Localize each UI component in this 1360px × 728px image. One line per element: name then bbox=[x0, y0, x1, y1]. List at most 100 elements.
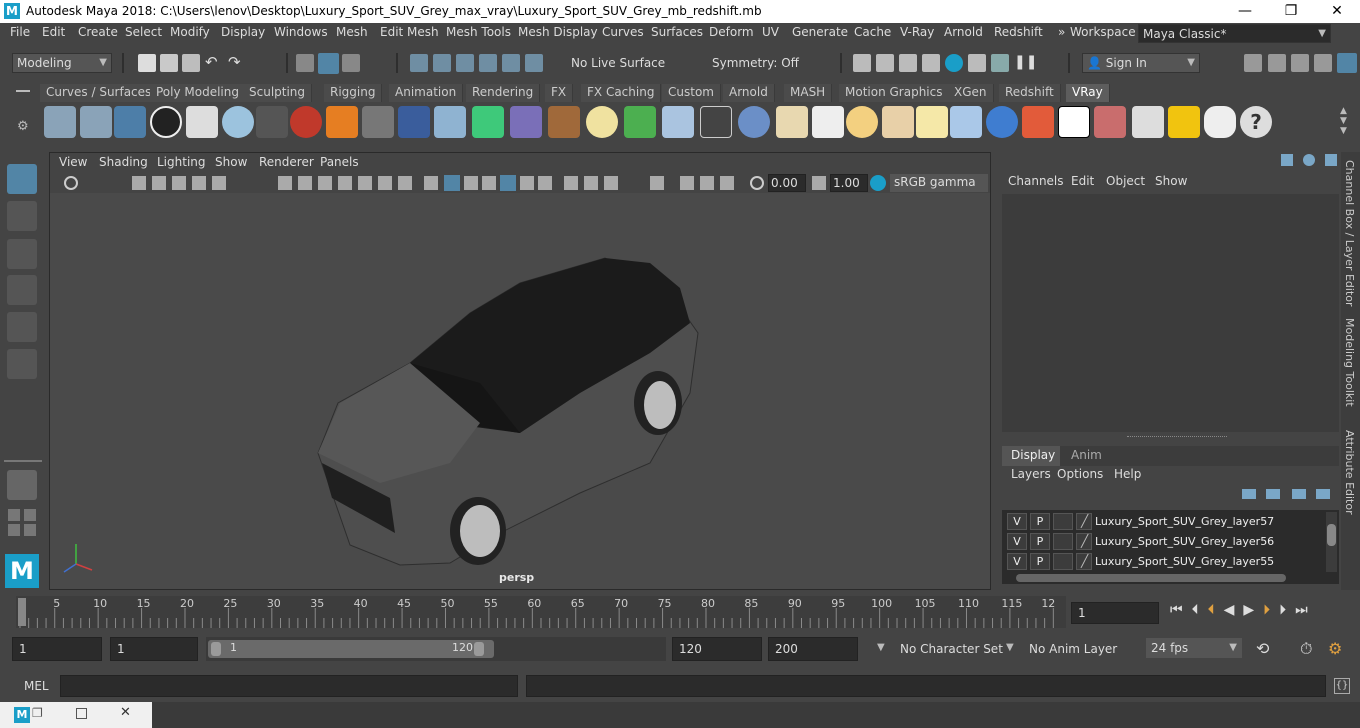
go-to-end-icon[interactable]: ⏭ bbox=[1295, 602, 1317, 618]
layers-menu[interactable]: Layers bbox=[1011, 467, 1051, 481]
panel-menu-view[interactable]: View bbox=[59, 155, 87, 169]
close-icon[interactable]: ✕ bbox=[120, 705, 131, 720]
vray-proxy-icon[interactable] bbox=[44, 106, 76, 138]
vray-sun-icon[interactable] bbox=[846, 106, 878, 138]
film-gate-icon[interactable] bbox=[298, 176, 312, 190]
vray-camera-icon[interactable] bbox=[256, 106, 288, 138]
playback-end-field[interactable]: 120 bbox=[672, 637, 762, 661]
vray-sphere-light-icon[interactable] bbox=[398, 106, 430, 138]
mel-label[interactable]: MEL bbox=[24, 679, 49, 693]
play-forwards-icon[interactable]: ▶ bbox=[1243, 602, 1263, 618]
select-tool-icon[interactable] bbox=[7, 164, 37, 194]
splitter-handle[interactable] bbox=[1127, 436, 1227, 438]
layer-type-toggle[interactable] bbox=[1053, 533, 1073, 550]
character-set-field[interactable]: No Character Set bbox=[900, 642, 1003, 656]
menu-surfaces[interactable]: Surfaces bbox=[651, 25, 703, 39]
render-icon[interactable] bbox=[853, 54, 871, 72]
vray-light-dome-icon[interactable] bbox=[776, 106, 808, 138]
safe-title-icon[interactable] bbox=[398, 176, 412, 190]
vray-ies-light-icon[interactable] bbox=[812, 106, 844, 138]
go-to-start-icon[interactable]: ⏮ bbox=[1170, 602, 1192, 618]
playback-start-field[interactable]: 1 bbox=[110, 637, 198, 661]
single-perspective-layout-icon[interactable] bbox=[7, 470, 37, 500]
auto-key-icon[interactable]: ⏱ bbox=[1300, 639, 1312, 659]
current-time-marker[interactable] bbox=[18, 598, 26, 626]
vray-pointcloud-icon[interactable] bbox=[700, 106, 732, 138]
grease-pencil-icon[interactable] bbox=[212, 176, 226, 190]
image-plane-icon[interactable] bbox=[172, 176, 186, 190]
play-backwards-icon[interactable]: ◀ bbox=[1224, 602, 1244, 618]
attribute-editor-icon[interactable] bbox=[1291, 54, 1309, 72]
menu-modify[interactable]: Modify bbox=[170, 25, 210, 39]
tab-attribute-editor[interactable]: Attribute Editor bbox=[1343, 430, 1356, 515]
shelf-tab-curves-surfaces[interactable]: Curves / Surfaces bbox=[40, 84, 159, 102]
animation-preferences-icon[interactable]: ⚙ bbox=[1328, 639, 1342, 658]
shelf-menu-icon[interactable] bbox=[16, 90, 30, 92]
shelf-tab-custom[interactable]: Custom bbox=[662, 84, 721, 102]
channels-edit-menu[interactable]: Edit bbox=[1071, 174, 1094, 188]
menu-cache[interactable]: Cache bbox=[854, 25, 891, 39]
character-set-chevron-icon[interactable]: ▼ bbox=[877, 642, 885, 653]
character-controls-icon[interactable] bbox=[1268, 54, 1286, 72]
vray-ball-icon[interactable] bbox=[986, 106, 1018, 138]
vray-vfb-icon[interactable] bbox=[1094, 106, 1126, 138]
layer-playback-toggle[interactable]: P bbox=[1030, 533, 1050, 550]
shelf-tab-xgen[interactable]: XGen bbox=[948, 84, 994, 102]
layer-type-toggle[interactable] bbox=[1053, 553, 1073, 570]
snap-point-icon[interactable] bbox=[456, 54, 474, 72]
view-transform-dropdown[interactable]: sRGB gamma bbox=[890, 174, 988, 192]
perspective-view[interactable]: persp bbox=[50, 193, 990, 589]
xray-joints-icon[interactable] bbox=[604, 176, 618, 190]
menu-uv[interactable]: UV bbox=[762, 25, 779, 39]
tab-modeling-toolkit[interactable]: Modeling Toolkit bbox=[1343, 318, 1356, 407]
channels-menu[interactable]: Channels bbox=[1008, 174, 1064, 188]
layer-playback-toggle[interactable]: P bbox=[1030, 513, 1050, 530]
layer-visibility-toggle[interactable]: V bbox=[1007, 553, 1027, 570]
graph-layout-icon[interactable] bbox=[8, 524, 20, 536]
two-sided-lighting-icon[interactable] bbox=[680, 176, 694, 190]
menu-mesh-display[interactable]: Mesh Display bbox=[518, 25, 598, 39]
channel-box-toggle-icon[interactable] bbox=[1281, 154, 1293, 166]
animation-end-field[interactable]: 200 bbox=[768, 637, 858, 661]
command-input[interactable] bbox=[60, 675, 518, 697]
isolate-select-icon[interactable] bbox=[650, 176, 664, 190]
vray-checker-icon[interactable] bbox=[1058, 106, 1090, 138]
lasso-tool-icon[interactable] bbox=[7, 201, 37, 231]
menu-windows[interactable]: Windows bbox=[274, 25, 328, 39]
menu-edit-mesh[interactable]: Edit Mesh bbox=[380, 25, 439, 39]
vray-rect-light-icon[interactable] bbox=[950, 106, 982, 138]
horizontal-scrollbar[interactable] bbox=[1016, 574, 1286, 582]
camera-attributes-icon[interactable] bbox=[64, 176, 78, 190]
menu-mesh-tools[interactable]: Mesh Tools bbox=[446, 25, 511, 39]
select-object-icon[interactable] bbox=[318, 53, 339, 74]
timeline[interactable]: 5 10 15 20 25 30 35 40 45 50 55 60 65 70 75 80 85 90 95 100… bbox=[16, 596, 1066, 628]
vray-cloud-icon[interactable] bbox=[1204, 106, 1236, 138]
maximize-button[interactable]: ❐ bbox=[1268, 0, 1314, 23]
menu-create[interactable]: Create bbox=[78, 25, 118, 39]
layer-scrollbar[interactable] bbox=[1326, 512, 1337, 572]
snap-view-plane-icon[interactable] bbox=[479, 54, 497, 72]
shelf-tab-arnold[interactable]: Arnold bbox=[723, 84, 775, 102]
bookmark-icon[interactable] bbox=[152, 176, 166, 190]
vray-logo-icon[interactable] bbox=[150, 106, 182, 138]
script-editor-icon[interactable]: {} bbox=[1334, 678, 1350, 694]
panel-menu-lighting[interactable]: Lighting bbox=[157, 155, 206, 169]
snap-live-icon[interactable] bbox=[525, 54, 543, 72]
vray-dome-light-icon[interactable] bbox=[472, 106, 504, 138]
vray-render-icon[interactable] bbox=[968, 54, 986, 72]
outliner-layout-icon[interactable] bbox=[24, 524, 36, 536]
pause-icon[interactable]: ❚❚ bbox=[1014, 54, 1037, 72]
ambient-occlusion-icon[interactable] bbox=[538, 176, 552, 190]
shelf-tab-vray[interactable]: VRay bbox=[1066, 84, 1110, 102]
channels-show-menu[interactable]: Show bbox=[1155, 174, 1187, 188]
four-view-layout-icon[interactable] bbox=[8, 509, 20, 521]
vray-render-elements-icon[interactable] bbox=[1132, 106, 1164, 138]
loop-icon[interactable]: ⟲ bbox=[1256, 639, 1269, 658]
shelf-tab-fx-caching[interactable]: FX Caching bbox=[581, 84, 662, 102]
use-all-lights-icon[interactable] bbox=[500, 175, 516, 191]
field-chart-icon[interactable] bbox=[358, 176, 372, 190]
vray-fur-color-icon[interactable] bbox=[1022, 106, 1054, 138]
vray-sphere-icon[interactable] bbox=[222, 106, 254, 138]
menu-generate[interactable]: Generate bbox=[792, 25, 848, 39]
live-surface-field[interactable]: No Live Surface bbox=[566, 53, 686, 73]
